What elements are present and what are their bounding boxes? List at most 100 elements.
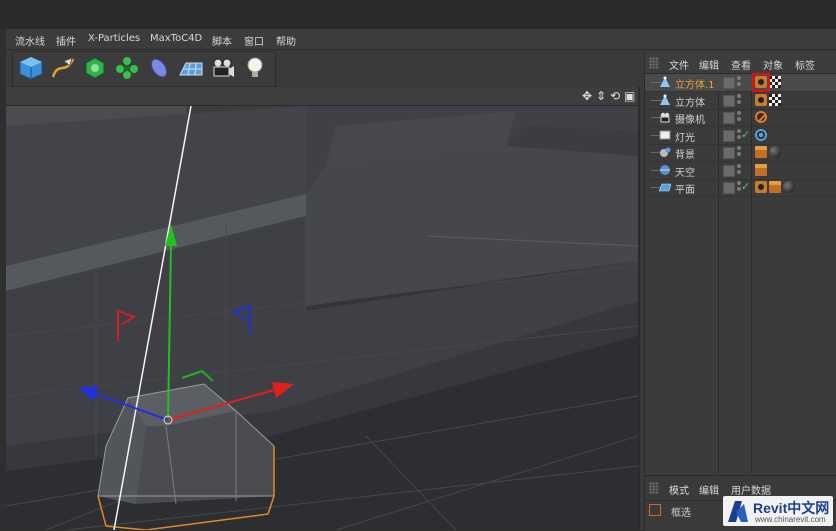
tab-edit[interactable]: 编辑	[699, 482, 719, 497]
floor-grid-icon	[179, 62, 203, 76]
subdivision-tool-button[interactable]	[81, 54, 109, 82]
clap-tag-icon[interactable]	[755, 146, 767, 158]
menu-help[interactable]: 帮助	[276, 33, 296, 48]
cloner-icon	[116, 57, 138, 79]
object-name[interactable]: 立方体	[675, 94, 705, 109]
menu-bar: 流水线 插件 X-Particles MaxToC4D 脚本 窗口 帮助	[6, 29, 836, 50]
layer-swatch[interactable]	[723, 129, 735, 142]
rotate-view-icon[interactable]: ⟲	[610, 89, 620, 103]
sphere-tag-icon[interactable]	[783, 181, 795, 193]
enabled-checkmark-icon[interactable]: ✓	[741, 128, 750, 141]
object-manager-tabs: 文件 编辑 查看 对象 标签	[645, 53, 836, 74]
clap-tag-icon[interactable]	[755, 163, 767, 176]
layer-swatch[interactable]	[723, 94, 735, 107]
zoom-view-icon[interactable]: ⇕	[596, 89, 606, 103]
tab-mode[interactable]: 模式	[669, 482, 689, 497]
checker-tag-icon[interactable]	[769, 76, 781, 88]
object-name[interactable]: 立方体.1	[675, 76, 715, 91]
layer-swatch[interactable]	[723, 182, 735, 194]
camera-tool-button[interactable]	[209, 54, 237, 82]
move-view-icon[interactable]: ✥	[582, 89, 592, 103]
object-name[interactable]: 灯光	[675, 129, 695, 144]
menu-x-particles[interactable]: X-Particles	[88, 33, 140, 44]
layer-swatch[interactable]	[723, 147, 735, 159]
tab-edit[interactable]: 编辑	[699, 57, 719, 72]
tag-list	[755, 163, 767, 177]
enabled-checkmark-icon[interactable]: ✓	[741, 180, 750, 193]
layer-swatch[interactable]	[723, 164, 735, 177]
deformer-tool-button[interactable]	[145, 54, 173, 82]
tab-user-data[interactable]: 用户数据	[731, 482, 771, 497]
target-tag-icon[interactable]	[755, 128, 767, 141]
visibility-dots[interactable]	[737, 163, 741, 176]
attribute-manager-tabs: 模式 编辑 用户数据	[645, 480, 836, 497]
scene-render	[6, 106, 638, 530]
object-row[interactable]: 平面 ✓	[645, 179, 836, 197]
sphere-tag-icon[interactable]	[769, 146, 781, 158]
phong-tag-icon[interactable]	[755, 181, 767, 193]
cube-tool-button[interactable]	[17, 54, 45, 82]
subdivision-icon	[85, 57, 105, 79]
object-name[interactable]: 摄像机	[675, 111, 705, 126]
panel-grip-icon[interactable]	[649, 57, 659, 69]
sky-icon	[659, 164, 671, 176]
visibility-dots[interactable]	[737, 146, 741, 158]
tag-list	[755, 181, 795, 194]
visibility-dots[interactable]	[737, 111, 741, 123]
object-row[interactable]: 灯光 ✓	[645, 127, 836, 145]
menu-plugins[interactable]: 插件	[56, 33, 76, 48]
menu-pipeline[interactable]: 流水线	[15, 33, 45, 48]
tab-tag[interactable]: 标签	[795, 57, 815, 72]
object-row[interactable]: 摄像机	[645, 109, 836, 127]
checker-tag-icon[interactable]	[769, 93, 781, 106]
box-select-label: 框选	[671, 508, 691, 519]
tab-view[interactable]: 查看	[731, 57, 751, 72]
viewport-scene[interactable]	[6, 106, 638, 530]
layer-swatch[interactable]	[723, 77, 735, 89]
clap-tag-icon[interactable]	[769, 181, 781, 193]
maximize-view-icon[interactable]: ▣	[624, 89, 635, 103]
pen-spline-icon	[51, 57, 75, 78]
object-name[interactable]: 背景	[675, 146, 695, 161]
phong-tag-icon[interactable]	[755, 93, 767, 106]
revit-logo-icon	[728, 501, 748, 522]
menu-maxtoc4d[interactable]: MaxToC4D	[150, 33, 202, 44]
highlight-box	[752, 73, 770, 92]
object-row[interactable]: 立方体	[645, 92, 836, 110]
cloner-tool-button[interactable]	[113, 54, 141, 82]
floor-tool-button[interactable]	[177, 54, 205, 82]
protect-tag-icon[interactable]	[755, 111, 767, 123]
cube-icon	[19, 56, 43, 80]
panel-grip-icon[interactable]	[649, 482, 659, 494]
tab-file[interactable]: 文件	[669, 57, 689, 72]
light-tool-button[interactable]	[241, 54, 269, 82]
layer-swatch[interactable]	[723, 112, 735, 124]
top-band	[0, 0, 836, 29]
main-toolbar	[12, 51, 276, 87]
tab-object[interactable]: 对象	[763, 57, 783, 72]
visibility-dots[interactable]	[737, 76, 741, 88]
viewport-divider[interactable]	[638, 87, 640, 530]
watermark-url: www.chinarevit.com	[755, 515, 826, 524]
3d-viewport[interactable]: ✥ ⇕ ⟲ ▣	[6, 87, 638, 530]
menu-window[interactable]: 窗口	[244, 33, 264, 48]
watermark: Revit中文网 www.chinarevit.com	[723, 496, 833, 526]
cube-icon	[659, 94, 671, 106]
selection-mode-icon[interactable]	[649, 504, 661, 516]
tag-list	[755, 128, 767, 142]
cinema4d-window: 流水线 插件 X-Particles MaxToC4D 脚本 窗口 帮助 ✥ ⇕…	[6, 29, 836, 531]
viewport-header: ✥ ⇕ ⟲ ▣	[6, 87, 638, 106]
object-name[interactable]: 天空	[675, 164, 695, 179]
camera-icon	[659, 111, 671, 123]
menu-script[interactable]: 脚本	[212, 33, 232, 48]
tag-list	[755, 111, 767, 124]
visibility-dots[interactable]	[737, 93, 741, 106]
pen-tool-button[interactable]	[49, 54, 77, 82]
cube-icon	[659, 76, 671, 88]
object-row[interactable]: 背景	[645, 144, 836, 162]
plane-icon	[658, 181, 672, 193]
object-row[interactable]: 天空	[645, 162, 836, 180]
object-name[interactable]: 平面	[675, 181, 695, 196]
object-row[interactable]: 立方体.1	[645, 73, 836, 92]
camera-icon	[213, 58, 234, 77]
